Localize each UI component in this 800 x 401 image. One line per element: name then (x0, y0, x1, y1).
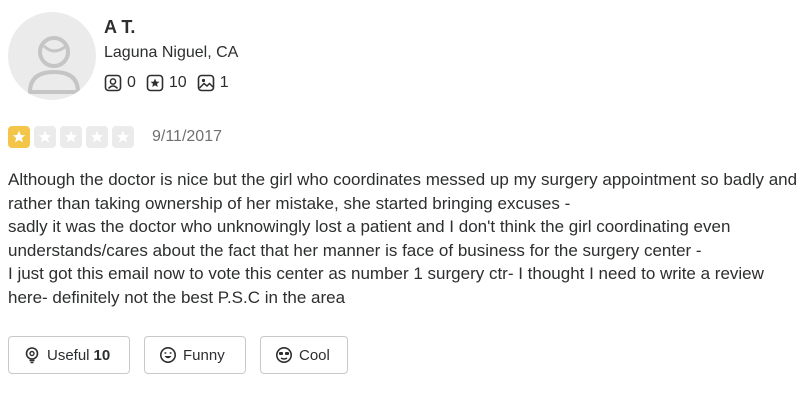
useful-count: 10 (93, 346, 111, 364)
star-icon (60, 126, 82, 148)
user-stats: 0 10 1 (104, 74, 239, 92)
photo-icon (197, 74, 215, 92)
user-location: Laguna Niguel, CA (104, 44, 239, 61)
default-user-icon (27, 36, 81, 94)
friends-icon (104, 74, 122, 92)
sunglasses-face-icon (276, 347, 292, 363)
friends-count: 0 (127, 74, 136, 91)
lightbulb-icon (25, 347, 39, 364)
review-actions: Useful 10 Funny Cool (8, 336, 362, 374)
reviews-count: 10 (168, 74, 187, 91)
star-review-icon (146, 74, 164, 92)
review-text: Although the doctor is nice but the girl… (8, 170, 798, 307)
user-name[interactable]: A T. (104, 17, 135, 38)
laughing-face-icon (160, 347, 176, 363)
friends-stat: 0 (104, 74, 136, 92)
avatar[interactable] (8, 12, 96, 100)
star-icon (34, 126, 56, 148)
funny-button[interactable]: Funny (144, 336, 246, 374)
review-date: 9/11/2017 (152, 128, 222, 145)
cool-button[interactable]: Cool (260, 336, 348, 374)
photos-stat: 1 (197, 74, 229, 92)
useful-button[interactable]: Useful 10 (8, 336, 130, 374)
star-icon (112, 126, 134, 148)
useful-label: Useful (47, 346, 90, 364)
photos-count: 1 (219, 74, 229, 91)
star-icon (86, 126, 108, 148)
star-rating (8, 126, 138, 148)
reviews-stat: 10 (146, 74, 187, 92)
funny-label: Funny (183, 346, 225, 364)
star-icon (8, 126, 30, 148)
cool-label: Cool (299, 346, 330, 364)
